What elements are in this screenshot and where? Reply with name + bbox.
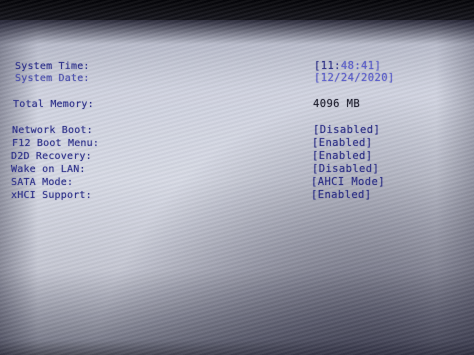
setting-row-wake-on-lan[interactable]: Wake on LAN: [Disabled] (0, 163, 474, 176)
setting-label: F12 Boot Menu: (12, 138, 100, 149)
setting-row-xhci-support[interactable]: xHCI Support: [Enabled] (0, 189, 474, 202)
system-date-label: System Date: (15, 73, 90, 84)
setting-value[interactable]: [Enabled] (312, 150, 373, 163)
setting-value[interactable]: [Enabled] (312, 137, 373, 150)
total-memory-value: 4096 MB (313, 98, 361, 110)
setting-value[interactable]: [Enabled] (311, 189, 372, 202)
setting-label: SATA Mode: (11, 177, 74, 188)
total-memory-label: Total Memory: (13, 99, 94, 110)
total-memory-row: Total Memory: 4096 MB (0, 98, 474, 111)
setting-label: xHCI Support: (11, 190, 92, 201)
setting-row-d2d-recovery[interactable]: D2D Recovery: [Enabled] (0, 150, 474, 163)
setting-row-sata-mode[interactable]: SATA Mode: [AHCI Mode] (0, 176, 474, 189)
system-date-row[interactable]: System Date: [12/24/2020] (0, 72, 474, 85)
setting-value[interactable]: [Disabled] (312, 163, 379, 176)
bios-screen: System Time: [11:48:41] System Date: [12… (0, 0, 474, 355)
setting-row-network-boot[interactable]: Network Boot: [Disabled] (0, 124, 474, 137)
setting-value[interactable]: [AHCI Mode] (311, 176, 385, 189)
system-time-hour[interactable]: [11: (314, 60, 341, 72)
setting-row-f12-boot-menu[interactable]: F12 Boot Menu: [Enabled] (0, 137, 474, 150)
setting-label: Network Boot: (12, 125, 93, 136)
setting-label: D2D Recovery: (11, 151, 92, 162)
setting-label: Wake on LAN: (11, 164, 86, 175)
setting-value[interactable]: [Disabled] (313, 124, 380, 137)
system-time-min-sec[interactable]: 48:41] (341, 60, 381, 72)
top-edge (0, 0, 474, 20)
system-date-value[interactable]: [12/24/2020] (314, 72, 395, 85)
